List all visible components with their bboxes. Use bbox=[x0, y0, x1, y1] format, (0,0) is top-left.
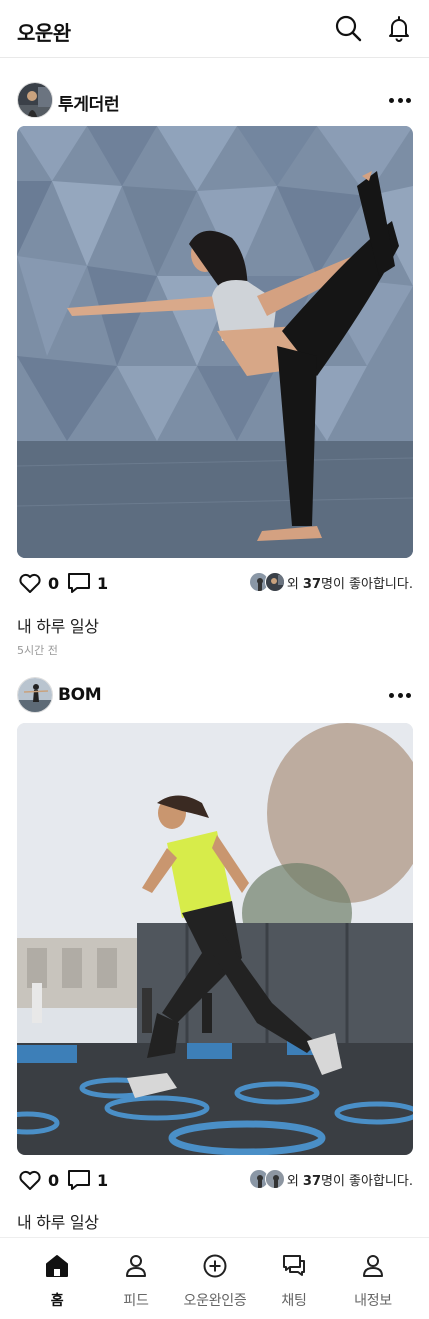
nav-label: 채팅 bbox=[281, 1293, 307, 1309]
app-root: 오운완 투게더런 0 1 외 37명이 좋아합니다. 내 하루 일상 5시간 전… bbox=[0, 0, 429, 1319]
comment-count: 1 bbox=[97, 573, 109, 593]
liked-text: 외 37명이 좋아합니다. bbox=[286, 1173, 413, 1189]
nav-item-feed[interactable]: 피드 bbox=[96, 1238, 176, 1319]
bell-icon[interactable] bbox=[385, 14, 413, 42]
nav-label: 오운완인증 bbox=[183, 1293, 247, 1309]
liked-text: 외 37명이 좋아합니다. bbox=[286, 576, 413, 592]
top-header: 오운완 bbox=[0, 0, 429, 58]
like-count: 0 bbox=[48, 573, 60, 593]
nav-item-profile[interactable]: 내정보 bbox=[333, 1238, 413, 1319]
heart-icon bbox=[19, 1170, 41, 1190]
home-icon bbox=[46, 1255, 68, 1277]
nav-item-home[interactable]: 홈 bbox=[17, 1238, 97, 1319]
nav-label: 내정보 bbox=[354, 1293, 392, 1309]
post-username[interactable]: 투게더런 bbox=[58, 90, 120, 115]
like-count: 0 bbox=[48, 1170, 60, 1190]
comment-count: 1 bbox=[97, 1170, 109, 1190]
heart-icon bbox=[19, 573, 41, 593]
avatar[interactable] bbox=[17, 82, 53, 118]
post-card: 투게더런 0 1 외 37명이 좋아합니다. 내 하루 일상 5시간 전 bbox=[0, 58, 429, 657]
feed: 투게더런 0 1 외 37명이 좋아합니다. 내 하루 일상 5시간 전 BOM… bbox=[0, 58, 429, 1253]
plus-circle-icon bbox=[203, 1254, 227, 1278]
chat-icon bbox=[283, 1255, 305, 1276]
avatar[interactable] bbox=[17, 677, 53, 713]
nav-item-chat[interactable]: 채팅 bbox=[254, 1238, 334, 1319]
liked-by[interactable]: 외 37명이 좋아합니다. bbox=[248, 1169, 413, 1189]
more-options-icon[interactable] bbox=[386, 92, 414, 108]
like-button[interactable]: 0 bbox=[17, 1167, 59, 1193]
liked-by[interactable]: 외 37명이 좋아합니다. bbox=[248, 572, 413, 592]
user-icon bbox=[126, 1255, 146, 1277]
post-caption: 내 하루 일상 bbox=[17, 617, 99, 636]
nav-label: 피드 bbox=[123, 1293, 149, 1309]
like-button[interactable]: 0 bbox=[17, 570, 59, 596]
post-username[interactable]: BOM bbox=[58, 685, 102, 705]
nav-item-certify[interactable]: 오운완인증 bbox=[175, 1238, 255, 1319]
comment-button[interactable]: 1 bbox=[66, 1167, 108, 1193]
liker-avatar bbox=[264, 1169, 285, 1189]
post-actions: 0 1 외 37명이 좋아합니다. bbox=[17, 1167, 413, 1193]
post-image[interactable] bbox=[17, 126, 413, 558]
comment-icon bbox=[68, 1170, 90, 1190]
bottom-nav: 홈 피드 오운완인증 채팅 내정보 bbox=[0, 1237, 429, 1319]
post-actions: 0 1 외 37명이 좋아합니다. bbox=[17, 570, 413, 596]
more-options-icon[interactable] bbox=[386, 687, 414, 703]
post-caption: 내 하루 일상 bbox=[17, 1213, 99, 1232]
liker-avatar bbox=[264, 572, 285, 592]
nav-label: 홈 bbox=[50, 1293, 64, 1309]
app-title: 오운완 bbox=[17, 21, 71, 45]
profile-icon bbox=[363, 1255, 383, 1277]
post-card: BOM 0 1 외 37명이 좋아합니다. 내 하루 일상 bbox=[0, 653, 429, 1253]
comment-icon bbox=[68, 573, 90, 593]
comment-button[interactable]: 1 bbox=[66, 570, 108, 596]
post-image[interactable] bbox=[17, 723, 413, 1155]
search-icon[interactable] bbox=[334, 14, 362, 42]
